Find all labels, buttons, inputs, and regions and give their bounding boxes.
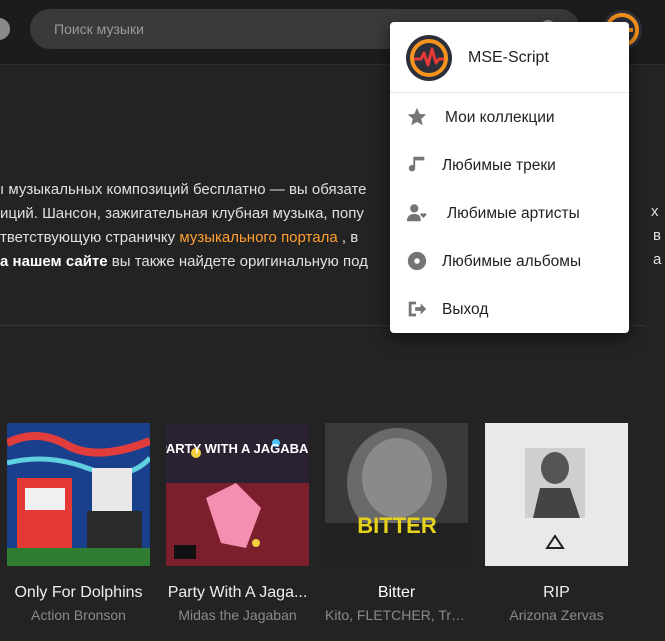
intro-line: тветствующую страничку <box>0 229 180 246</box>
intro-line: иций. Шансон, зажигательная клубная музы… <box>0 205 364 222</box>
album-cover[interactable]: BITTER <box>325 423 468 566</box>
album-title[interactable]: Only For Dolphins <box>7 584 150 602</box>
menu-item-label: Мои коллекции <box>445 109 555 126</box>
disc-icon <box>407 251 427 271</box>
album-cover[interactable] <box>485 423 628 566</box>
music-portal-link[interactable]: музыкального портала <box>179 229 337 246</box>
album-title[interactable]: Party With A Jaga... <box>166 584 309 602</box>
menu-icon[interactable] <box>0 18 10 40</box>
cover-text: PARTY WITH A JAGABAN <box>166 441 309 456</box>
album-title[interactable]: RIP <box>485 584 628 602</box>
username: MSE-Script <box>468 49 549 66</box>
album-card[interactable]: RIP Arizona Zervas <box>485 423 628 623</box>
search-input[interactable]: Поиск музыки <box>54 21 144 37</box>
music-note-icon <box>408 156 425 172</box>
intro-line: , в <box>337 229 359 246</box>
album-card[interactable]: BITTER Bitter Kito, FLETCHER, Trev... <box>325 423 468 623</box>
user-avatar <box>406 35 452 81</box>
album-card[interactable]: PARTY WITH A JAGABAN Party With A Jaga..… <box>158 423 318 623</box>
album-artist[interactable]: Kito, FLETCHER, Trev... <box>325 607 468 623</box>
menu-item-label: Выход <box>442 301 489 318</box>
album-artist[interactable]: Arizona Zervas <box>485 607 628 623</box>
user-heart-icon <box>406 204 427 222</box>
menu-item-label: Любимые треки <box>442 157 556 174</box>
user-menu-header[interactable]: MSE-Script <box>390 22 629 93</box>
intro-tail: в <box>653 227 661 244</box>
menu-item-favorite-albums[interactable]: Любимые альбомы <box>390 237 629 285</box>
album-cover[interactable] <box>5 423 152 566</box>
album-cover[interactable]: PARTY WITH A JAGABAN <box>158 423 318 566</box>
menu-item-logout[interactable]: Выход <box>390 285 629 333</box>
intro-tail: х <box>651 203 659 220</box>
site-bold-text: а нашем сайте <box>0 253 108 270</box>
intro-tail: а <box>653 251 662 268</box>
menu-item-label: Любимые артисты <box>447 205 580 222</box>
menu-item-favorite-tracks[interactable]: Любимые треки <box>390 141 629 189</box>
menu-item-label: Любимые альбомы <box>442 253 582 270</box>
album-title[interactable]: Bitter <box>325 584 468 602</box>
logout-icon <box>408 301 427 317</box>
intro-line: ı музыкальных композиций бесплатно — вы … <box>0 181 367 198</box>
album-artist[interactable]: Action Bronson <box>7 607 150 623</box>
intro-line: вы также найдете оригинальную под <box>107 253 368 270</box>
user-menu: MSE-Script Мои коллекции Любимые треки Л… <box>390 22 629 333</box>
album-card[interactable]: Only For Dolphins Action Bronson <box>5 423 152 623</box>
cover-text: BITTER <box>357 513 437 538</box>
menu-item-collections[interactable]: Мои коллекции <box>390 93 629 141</box>
star-icon <box>407 107 427 126</box>
album-artist[interactable]: Midas the Jagaban <box>166 607 309 623</box>
menu-item-favorite-artists[interactable]: Любимые артисты <box>390 189 629 237</box>
